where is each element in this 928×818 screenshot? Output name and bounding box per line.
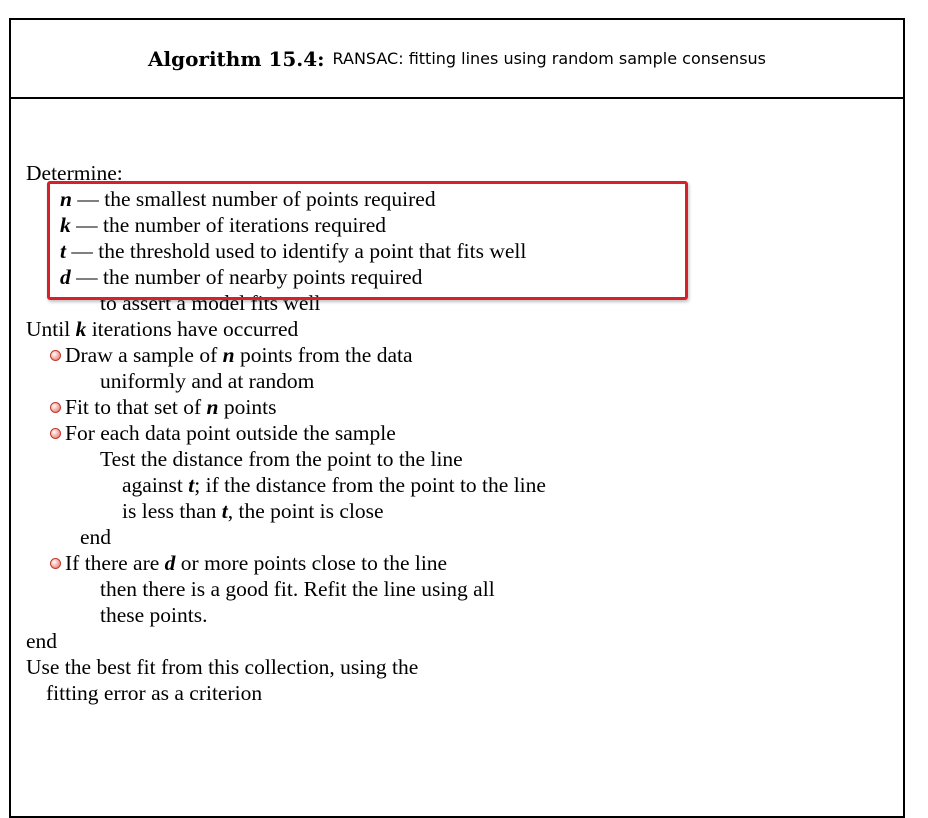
math-variable: n — [222, 343, 235, 367]
line-text: is less than — [122, 499, 222, 523]
algorithm-body: Determine: n — the smallest number of poi… — [0, 0, 928, 783]
algorithm-line: If there are d or more points close to t… — [65, 550, 447, 576]
line-text: Use the best fit from this collection, u… — [26, 655, 419, 679]
algorithm-line: Until k iterations have occurred — [26, 316, 298, 342]
line-text: or more points close to the line — [175, 551, 448, 575]
algorithm-line: these points. — [100, 602, 208, 628]
bullet-icon — [50, 350, 61, 361]
algorithm-line: end — [26, 628, 57, 654]
line-text: , the point is close — [227, 499, 384, 523]
line-text: uniformly and at random — [100, 369, 315, 393]
line-text: against — [122, 473, 189, 497]
line-text: If there are — [65, 551, 165, 575]
algorithm-line: then there is a good fit. Refit the line… — [100, 576, 495, 602]
bullet-icon — [50, 402, 61, 413]
algorithm-line: is less than t, the point is close — [122, 498, 384, 524]
parameter-highlight-box — [47, 181, 688, 300]
line-text: Fit to that set of — [65, 395, 207, 419]
line-text: these points. — [100, 603, 208, 627]
line-text: iterations have occurred — [86, 317, 299, 341]
line-text: For each data point outside the sample — [65, 421, 396, 445]
algorithm-line: against t; if the distance from the poin… — [122, 472, 546, 498]
algorithm-line: uniformly and at random — [100, 368, 314, 394]
line-text: Test the distance from the point to the … — [100, 447, 463, 471]
algorithm-line: Use the best fit from this collection, u… — [26, 654, 418, 680]
line-text: end — [26, 629, 58, 653]
algorithm-line: For each data point outside the sample — [65, 420, 396, 446]
line-text: then there is a good fit. Refit the line… — [100, 577, 495, 601]
line-text: ; if the distance from the point to the … — [194, 473, 546, 497]
bullet-icon — [50, 558, 61, 569]
line-text: points from the data — [234, 343, 413, 367]
math-variable: k — [75, 317, 87, 341]
algorithm-line: Test the distance from the point to the … — [100, 446, 463, 472]
line-text: fitting error as a criterion — [46, 681, 263, 705]
algorithm-line: Draw a sample of n points from the data — [65, 342, 413, 368]
algorithm-line: Fit to that set of n points — [65, 394, 276, 420]
math-variable: d — [164, 551, 176, 575]
line-text: end — [80, 525, 112, 549]
algorithm-line: end — [80, 524, 111, 550]
line-text: Draw a sample of — [65, 343, 223, 367]
algorithm-line: fitting error as a criterion — [46, 680, 262, 706]
math-variable: n — [206, 395, 219, 419]
line-text: points — [218, 395, 277, 419]
line-text: Until — [26, 317, 76, 341]
bullet-icon — [50, 428, 61, 439]
